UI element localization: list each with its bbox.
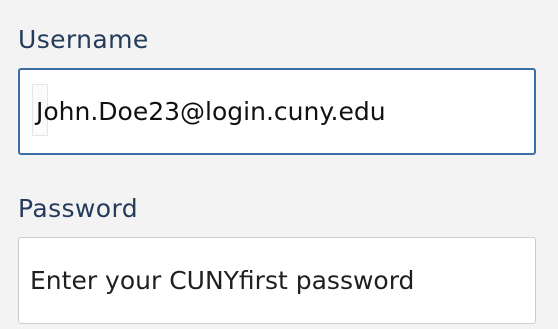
username-label: Username xyxy=(18,25,149,54)
username-value: John.Doe23@login.cuny.edu xyxy=(36,97,386,126)
username-input[interactable]: John.Doe23@login.cuny.edu xyxy=(18,68,536,155)
password-placeholder: Enter your CUNYfirst password xyxy=(30,266,415,295)
login-form: Username John.Doe23@login.cuny.edu Passw… xyxy=(0,0,558,329)
password-input[interactable]: Enter your CUNYfirst password xyxy=(18,237,536,324)
password-label: Password xyxy=(18,194,138,223)
